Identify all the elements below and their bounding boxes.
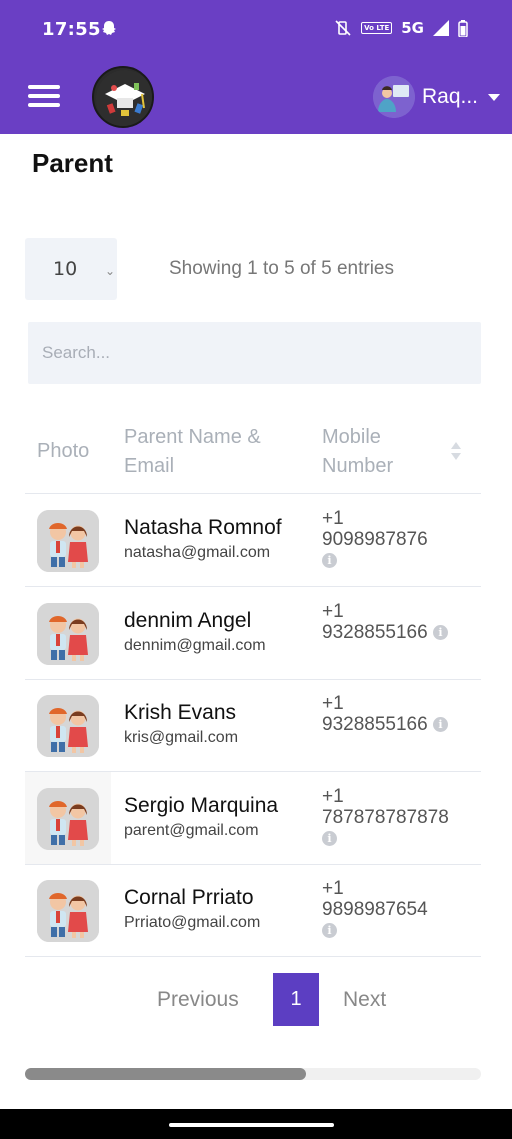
- photo-cell: [25, 494, 111, 586]
- mobile-cell: +1 9098987876 i: [322, 508, 472, 571]
- mobile-code: +1: [322, 601, 344, 622]
- parent-name: Sergio Marquina: [124, 794, 279, 817]
- school-logo[interactable]: [92, 66, 154, 128]
- mobile-cell: +1 9328855166 i: [322, 693, 472, 735]
- mobile-code: +1: [322, 508, 344, 529]
- parent-avatar[interactable]: [37, 510, 99, 572]
- network-label: 5G: [401, 19, 424, 37]
- mobile-cell: +1 787878787878 i: [322, 786, 472, 849]
- vibrate-mute-icon: [335, 20, 351, 36]
- parent-email: kris@gmail.com: [124, 729, 239, 746]
- parent-name: dennim Angel: [124, 609, 252, 632]
- photo-cell: [25, 587, 111, 679]
- system-nav-bar: [0, 1109, 512, 1139]
- battery-icon: [458, 19, 468, 37]
- photo-cell: [25, 679, 111, 771]
- parent-name: Cornal Prriato: [124, 886, 254, 909]
- mobile-code: +1: [322, 693, 344, 714]
- status-time: 17:55: [42, 19, 101, 40]
- table-row: Cornal Prriato Prriato@gmail.com +1 9898987…: [25, 864, 481, 957]
- photo-cell: [25, 772, 111, 864]
- parent-avatar[interactable]: [37, 695, 99, 757]
- user-name: Raq...: [421, 85, 478, 108]
- mobile-cell: +1 9898987654 i: [322, 878, 472, 941]
- mobile-code: +1: [322, 786, 344, 807]
- page-length-select[interactable]: 10 ⌄: [25, 238, 117, 300]
- table-header: Photo Parent Name & Email Mobile Number: [25, 410, 481, 494]
- page-length-value: 10: [53, 258, 78, 280]
- info-icon[interactable]: i: [322, 553, 337, 569]
- mobile-number: 9898987654: [322, 899, 428, 920]
- menu-icon[interactable]: [28, 85, 60, 109]
- info-icon[interactable]: i: [322, 923, 337, 939]
- page-title: Parent: [32, 148, 113, 178]
- mobile-code: +1: [322, 878, 344, 899]
- signal-icon: [433, 20, 449, 36]
- pagination-next[interactable]: Next: [343, 988, 386, 1012]
- column-header-photo: Photo: [37, 440, 90, 462]
- volte-icon: Vo LTE: [361, 22, 393, 34]
- scrollbar-thumb[interactable]: [25, 1068, 306, 1080]
- parent-avatar[interactable]: [37, 788, 99, 850]
- info-icon[interactable]: i: [322, 831, 337, 847]
- search-input[interactable]: [28, 322, 481, 384]
- app-bar: Raq...: [0, 60, 512, 134]
- pagination-previous[interactable]: Previous: [157, 988, 239, 1012]
- home-gesture-handle[interactable]: [169, 1123, 334, 1127]
- info-icon[interactable]: i: [432, 717, 448, 733]
- info-icon[interactable]: i: [432, 625, 448, 641]
- table-row: dennim Angel dennim@gmail.com +1 9328855166…: [25, 587, 481, 680]
- user-avatar: [372, 76, 415, 118]
- pagination-page-current[interactable]: 1: [273, 973, 319, 1026]
- table-row: Krish Evans kris@gmail.com +1 9328855166 i: [25, 679, 481, 772]
- chevron-down-icon: ⌄: [105, 264, 116, 278]
- parent-email: parent@gmail.com: [124, 822, 259, 839]
- mobile-number: 9328855166: [322, 714, 428, 735]
- entries-info: Showing 1 to 5 of 5 entries: [169, 258, 394, 279]
- mobile-cell: +1 9328855166 i: [322, 601, 472, 643]
- table-row: Sergio Marquina parent@gmail.com +1 7878787…: [25, 772, 481, 865]
- parent-name: Natasha Romnof: [124, 516, 282, 539]
- mobile-number: 9098987876: [322, 529, 428, 550]
- mobile-number: 9328855166: [322, 622, 428, 643]
- chevron-down-icon: [488, 93, 500, 101]
- parent-avatar[interactable]: [37, 880, 99, 942]
- user-menu[interactable]: Raq...: [372, 76, 500, 118]
- status-icons: Vo LTE 5G: [334, 19, 468, 37]
- parent-email: dennim@gmail.com: [124, 637, 266, 654]
- mobile-number: 787878787878: [322, 807, 449, 828]
- table-row: Natasha Romnof natasha@gmail.com +1 9098987…: [25, 494, 481, 587]
- status-bar: 17:55 Vo LTE 5G: [0, 0, 512, 60]
- parent-email: Prriato@gmail.com: [124, 914, 261, 931]
- snapchat-ghost-icon: [102, 21, 116, 35]
- column-header-name-email: Parent Name & Email: [124, 426, 261, 477]
- column-header-mobile[interactable]: Mobile Number: [322, 423, 422, 481]
- parent-name: Krish Evans: [124, 701, 237, 724]
- parent-email: natasha@gmail.com: [124, 544, 271, 561]
- sort-icon[interactable]: [451, 442, 461, 460]
- horizontal-scrollbar[interactable]: [25, 1068, 481, 1080]
- parent-avatar[interactable]: [37, 603, 99, 665]
- photo-cell: [25, 864, 111, 956]
